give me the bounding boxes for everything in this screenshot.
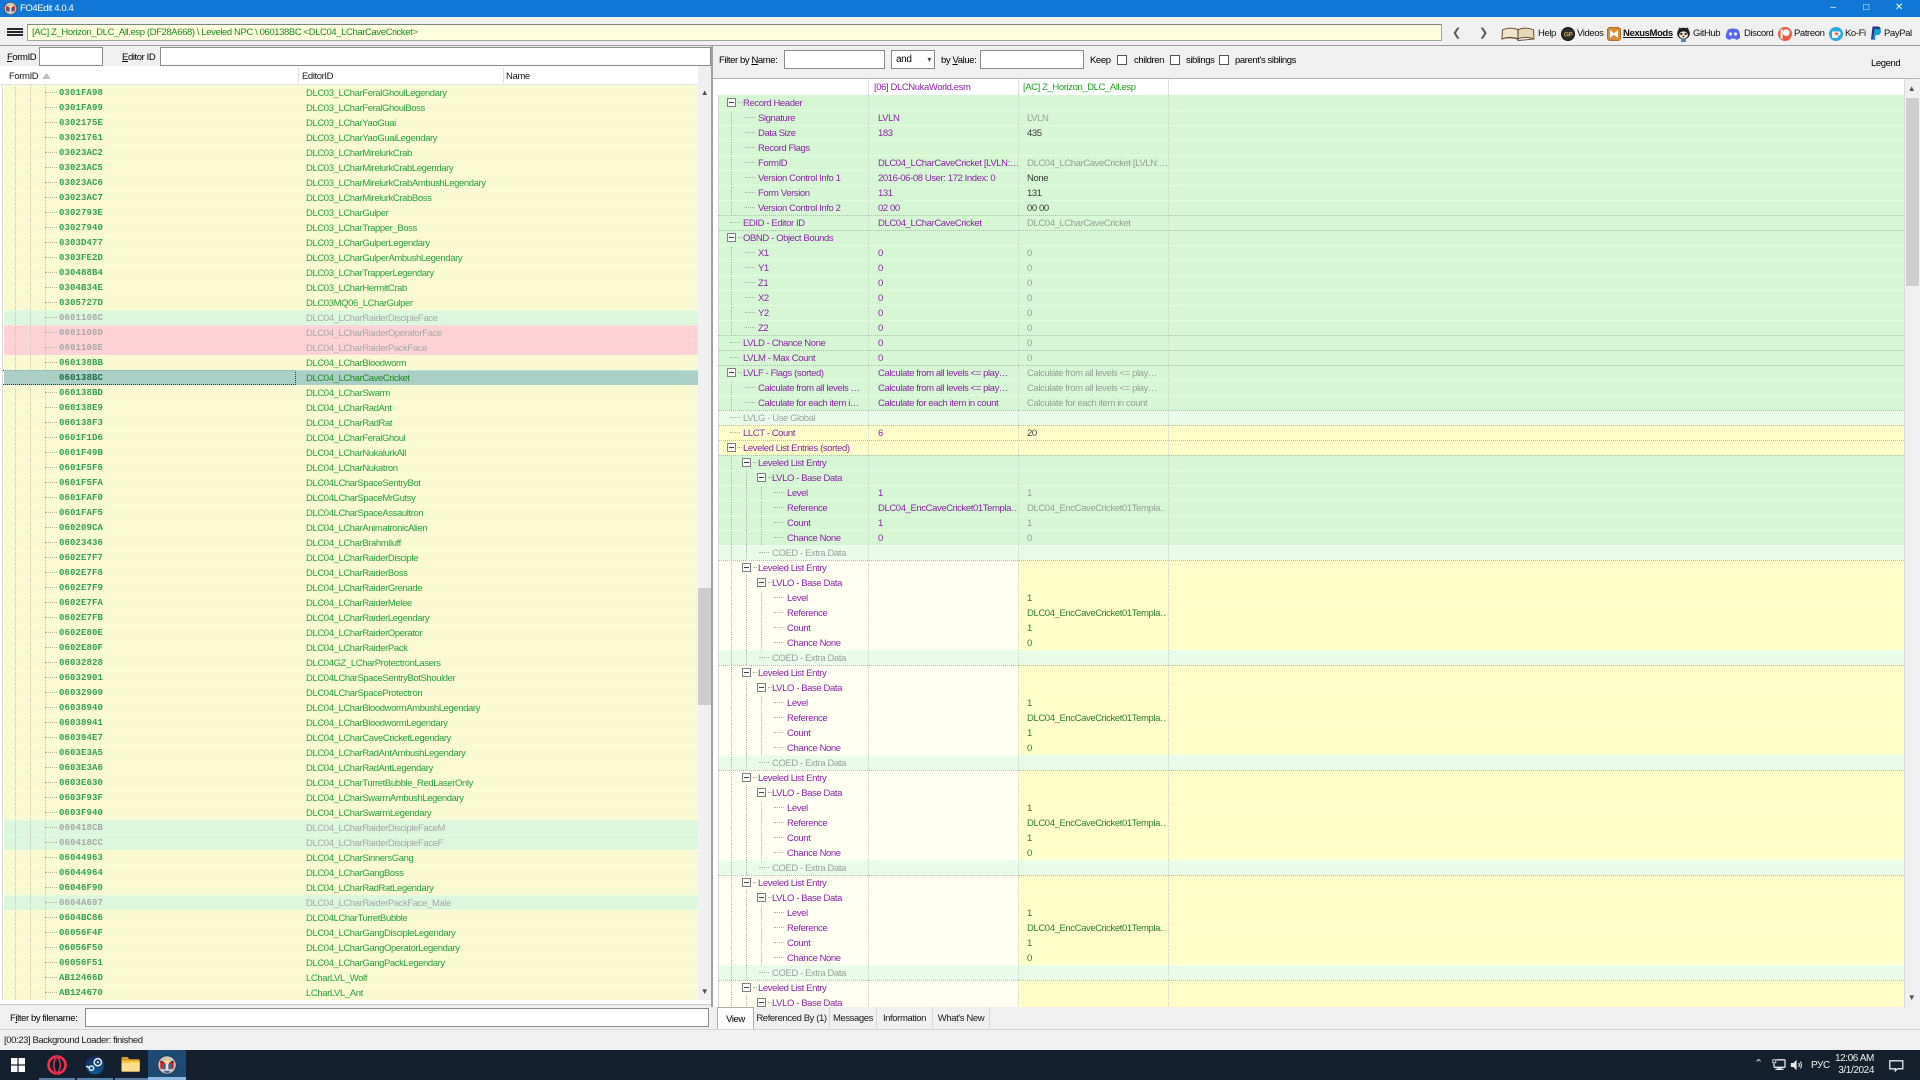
- svg-text:GP: GP: [1564, 32, 1574, 39]
